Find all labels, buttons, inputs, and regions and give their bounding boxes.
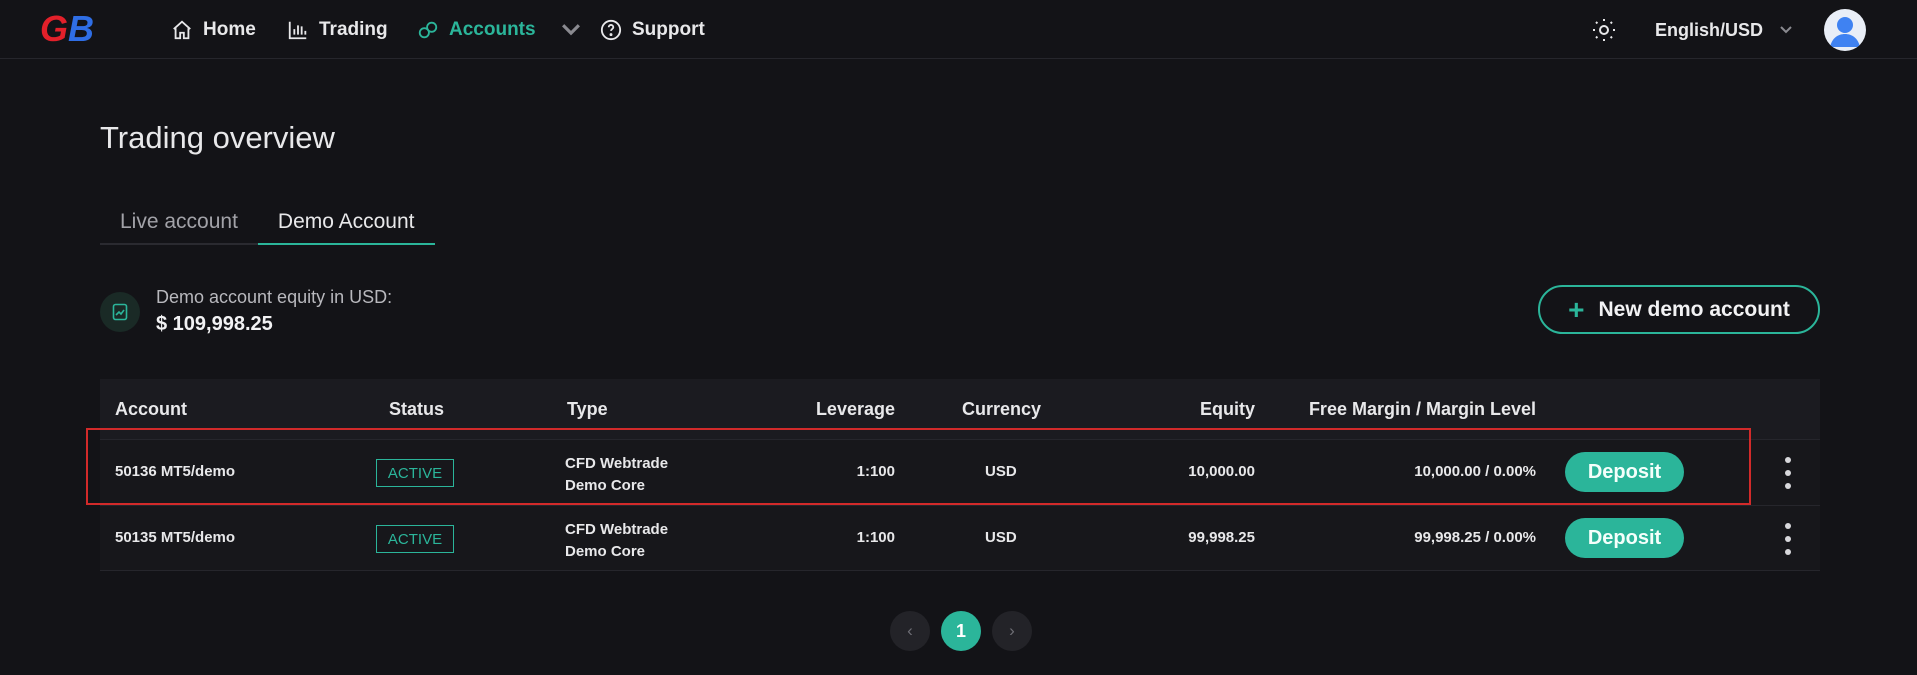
pagination: ‹ 1 › [890,611,1032,651]
svg-text:G: G [40,10,68,48]
page-title: Trading overview [100,120,335,155]
language-currency-selector[interactable]: English/USD [1655,17,1793,43]
currency: USD [985,529,1017,546]
header-status: Status [389,399,445,419]
home-icon [173,20,191,40]
nav-accounts[interactable]: Accounts [417,17,582,43]
header-type: Type [567,399,608,419]
nav-home[interactable]: Home [171,17,256,43]
pagination-next-button[interactable]: › [992,611,1032,651]
account-type: CFD Webtrade Demo Core [565,453,668,497]
pagination-page-1[interactable]: 1 [941,611,981,651]
nav-trading-label: Trading [319,19,388,40]
header-account: Account [115,399,187,419]
top-navigation-bar: G B Home Trading Accounts Support Englis… [0,0,1917,59]
account-type: CFD Webtrade Demo Core [565,519,668,563]
account-type-line2: Demo Core [565,543,646,560]
pagination-prev-button[interactable]: ‹ [890,611,930,651]
document-chart-icon [112,303,128,321]
table-header: Account Status Type Leverage Currency Eq… [100,379,1820,439]
tab-live-account[interactable]: Live account [100,205,258,245]
table-row: 50135 MT5/demo ACTIVE CFD Webtrade Demo … [100,505,1820,571]
accounts-icon [418,21,438,39]
nav-support-label: Support [632,19,705,40]
header-free-margin: Free Margin / Margin Level [1308,399,1536,419]
header-currency: Currency [962,399,1042,419]
leverage: 1:100 [856,463,895,480]
free-margin: 10,000.00 / 0.00% [1414,463,1536,480]
account-type-line1: CFD Webtrade [565,455,669,472]
more-options-icon[interactable] [1780,523,1796,555]
equity-label: Demo account equity in USD: [156,287,393,307]
nav-accounts-label: Accounts [449,19,536,40]
svg-text:B: B [68,10,94,48]
free-margin: 99,998.25 / 0.00% [1414,529,1536,546]
more-options-icon[interactable] [1780,457,1796,489]
account-tabs: Live account Demo Account [100,205,435,245]
equity: 99,998.25 [1188,529,1255,546]
header-leverage: Leverage [815,399,895,419]
currency: USD [985,463,1017,480]
header-equity: Equity [1199,399,1255,419]
deposit-button[interactable]: Deposit [1565,518,1684,558]
chevron-down-icon[interactable] [560,19,582,41]
account-type-line2: Demo Core [565,477,646,494]
new-demo-account-label: New demo account [1598,297,1790,321]
deposit-button[interactable]: Deposit [1565,452,1684,492]
gb-logo[interactable]: G B [40,10,102,48]
language-label: English/USD [1655,19,1764,40]
leverage: 1:100 [856,529,895,546]
equity-icon-badge [100,292,140,332]
account-number: 50135 MT5/demo [115,529,236,546]
table-row: 50136 MT5/demo ACTIVE CFD Webtrade Demo … [100,439,1820,505]
user-icon [1830,17,1860,47]
accounts-table: Account Status Type Leverage Currency Eq… [100,379,1820,571]
new-demo-account-button[interactable]: + New demo account [1538,285,1820,334]
help-circle-icon [600,19,622,41]
tab-demo-account[interactable]: Demo Account [257,205,435,245]
equity-value: $ 109,998.25 [156,313,273,335]
account-type-line1: CFD Webtrade [565,521,669,538]
status-badge: ACTIVE [376,525,454,553]
account-number: 50136 MT5/demo [115,463,236,480]
nav-trading[interactable]: Trading [287,17,388,43]
status-badge: ACTIVE [376,459,454,487]
bar-chart-icon [288,21,307,40]
nav-home-label: Home [203,19,256,40]
theme-toggle-sun-icon[interactable] [1591,17,1617,43]
chevron-down-icon [1780,26,1792,34]
user-avatar[interactable] [1824,9,1866,51]
plus-icon: + [1568,293,1585,325]
nav-support[interactable]: Support [600,17,705,43]
equity: 10,000.00 [1188,463,1255,480]
